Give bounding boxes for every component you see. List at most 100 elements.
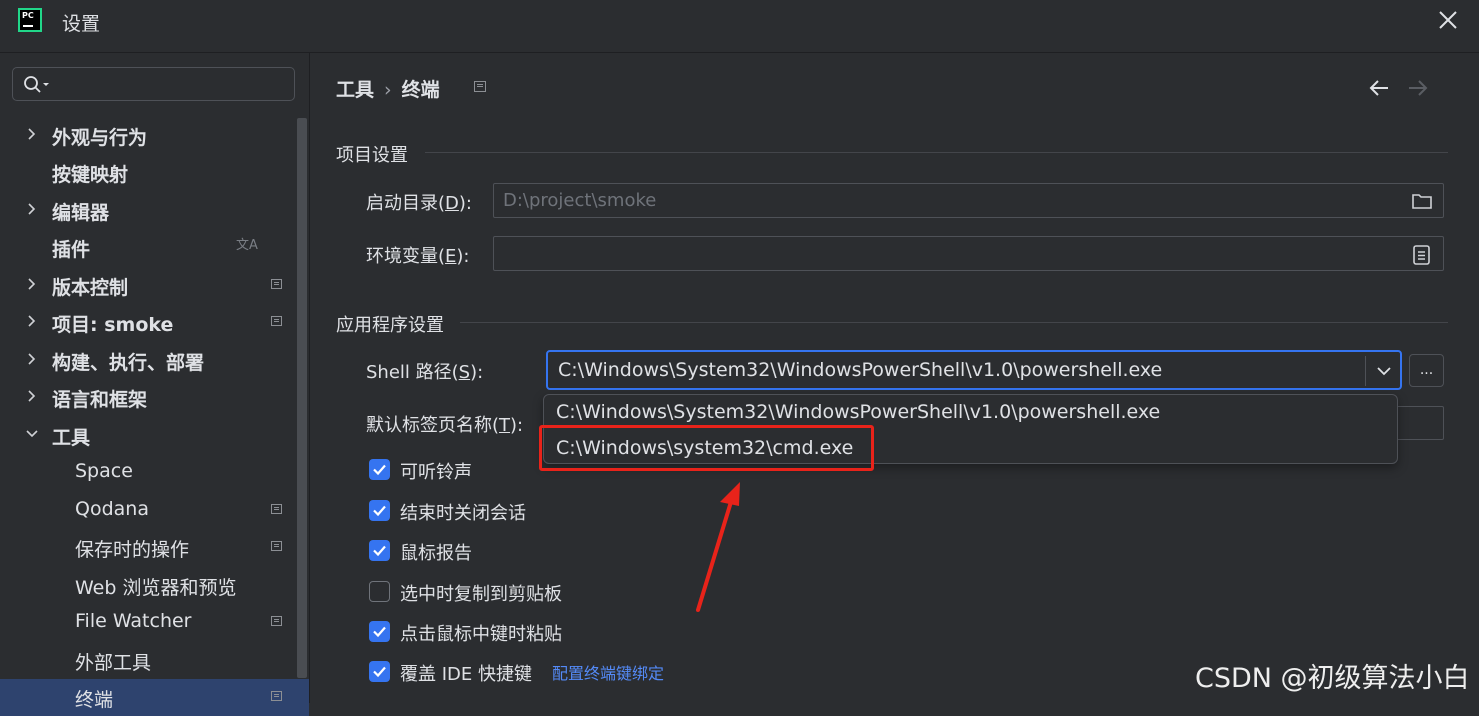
sidebar-item[interactable]: 编辑器	[0, 192, 295, 229]
checkbox[interactable]	[369, 581, 390, 602]
sidebar-item[interactable]: File Watcher	[0, 604, 295, 641]
sidebar-item[interactable]: Qodana	[0, 492, 295, 529]
checkbox-label[interactable]: 覆盖 IDE 快捷键	[400, 660, 532, 686]
chevron-down-icon	[1377, 367, 1391, 376]
project-scope-icon	[271, 541, 282, 551]
checkbox[interactable]	[369, 661, 390, 682]
sidebar-item[interactable]: 终端	[0, 679, 309, 716]
checkbox-label[interactable]: 可听铃声	[400, 458, 472, 484]
sidebar-item-label: 外部工具	[75, 652, 152, 674]
sidebar-scrollbar[interactable]	[297, 118, 307, 678]
env-vars-label: 环境变量(E):	[366, 246, 470, 267]
env-vars-input[interactable]	[493, 236, 1444, 271]
pycharm-logo-icon: PC	[18, 8, 42, 32]
project-scope-icon	[271, 279, 282, 289]
section-divider	[460, 322, 1448, 323]
sidebar-item-label: 项目: smoke	[52, 314, 174, 336]
start-dir-input[interactable]: D:\project\smoke	[493, 183, 1444, 218]
checkmark-icon	[373, 464, 386, 476]
checkbox[interactable]	[369, 540, 390, 561]
checkbox[interactable]	[369, 500, 390, 521]
checkmark-icon	[373, 626, 386, 638]
annotation-highlight-box	[539, 425, 874, 471]
project-scope-icon	[474, 81, 486, 92]
project-scope-icon	[271, 504, 282, 514]
sidebar-item-label: 插件	[52, 239, 91, 261]
chevron-right-icon[interactable]	[24, 276, 40, 292]
chevron-right-icon[interactable]	[24, 201, 40, 217]
breadcrumb: 工具 › 终端	[336, 75, 440, 102]
checkbox-label[interactable]: 选中时复制到剪贴板	[400, 580, 562, 606]
forward-button[interactable]	[1407, 78, 1429, 103]
sidebar-item[interactable]: 保存时的操作	[0, 529, 295, 566]
back-button[interactable]	[1368, 78, 1390, 103]
arrow-left-icon	[1369, 80, 1388, 96]
arrow-right-icon	[1409, 80, 1428, 96]
title-bar	[0, 0, 1479, 53]
checkbox-label[interactable]: 鼠标报告	[400, 539, 472, 565]
section-divider	[425, 152, 1448, 153]
checkbox-label[interactable]: 点击鼠标中键时粘贴	[400, 620, 562, 646]
project-scope-icon	[271, 316, 282, 326]
project-scope-icon	[271, 691, 282, 701]
browse-shell-button[interactable]: ...	[1409, 354, 1444, 387]
document-icon[interactable]	[1412, 244, 1432, 266]
sidebar-item-label: 工具	[52, 427, 91, 449]
search-icon	[24, 76, 49, 93]
checkbox-label[interactable]: 结束时关闭会话	[400, 499, 526, 525]
sidebar-item[interactable]: 插件 文A	[0, 229, 295, 266]
annotation-arrow-icon	[696, 482, 740, 612]
settings-search-input[interactable]	[12, 67, 295, 101]
start-dir-value: D:\project\smoke	[503, 190, 657, 211]
breadcrumb-separator: ›	[384, 79, 392, 101]
sidebar-item[interactable]: Space	[0, 454, 295, 491]
shell-path-dropdown-button[interactable]	[1368, 352, 1400, 388]
tab-name-label: 默认标签页名称(T):	[366, 415, 524, 436]
application-settings-title: 应用程序设置	[336, 315, 444, 336]
sidebar-item[interactable]: 工具	[0, 417, 295, 454]
translate-icon: 文A	[236, 238, 258, 253]
sidebar-item-label: 语言和框架	[52, 389, 148, 411]
checkmark-icon	[373, 505, 386, 517]
close-button[interactable]	[1434, 6, 1462, 34]
checkmark-icon	[373, 545, 386, 557]
start-dir-label: 启动目录(D):	[366, 193, 472, 214]
sidebar-item-label: 版本控制	[52, 277, 129, 299]
chevron-right-icon[interactable]	[24, 313, 40, 329]
chevron-right-icon[interactable]	[24, 126, 40, 142]
sidebar-item[interactable]: 语言和框架	[0, 379, 295, 416]
configure-keybindings-link[interactable]: 配置终端键绑定	[552, 660, 664, 684]
chevron-right-icon[interactable]	[24, 388, 40, 404]
sidebar-item[interactable]: 外观与行为	[0, 117, 295, 154]
sidebar-item-label: 外观与行为	[52, 127, 148, 149]
shell-option-powershell[interactable]: C:\Windows\System32\WindowsPowerShell\v1…	[556, 401, 1160, 423]
tab-name-input[interactable]	[1396, 406, 1444, 440]
checkbox[interactable]	[369, 459, 390, 480]
chevron-down-icon[interactable]	[24, 426, 40, 442]
folder-icon[interactable]	[1411, 191, 1433, 211]
breadcrumb-parent[interactable]: 工具	[336, 79, 374, 101]
sidebar-item[interactable]: 项目: smoke	[0, 304, 295, 341]
sidebar-item[interactable]: 版本控制	[0, 267, 295, 304]
sidebar-item[interactable]: 构建、执行、部署	[0, 342, 295, 379]
sidebar-item-label: 保存时的操作	[75, 539, 190, 561]
csdn-watermark: CSDN @初级算法小白	[1195, 663, 1470, 694]
sidebar-item-label: 构建、执行、部署	[52, 352, 205, 374]
project-scope-icon	[271, 616, 282, 626]
sidebar-item-label: Space	[75, 460, 133, 482]
chevron-right-icon[interactable]	[24, 351, 40, 367]
sidebar-item-label: Qodana	[75, 498, 149, 520]
window-title: 设置	[62, 13, 101, 35]
sidebar-item[interactable]: 按键映射	[0, 154, 295, 191]
checkmark-icon	[373, 666, 386, 678]
close-icon	[1439, 11, 1457, 29]
shell-path-label: Shell 路径(S):	[366, 362, 484, 383]
shell-path-combobox[interactable]: C:\Windows\System32\WindowsPowerShell\v1…	[546, 350, 1402, 390]
sidebar-item[interactable]: Web 浏览器和预览	[0, 567, 295, 604]
sidebar-item[interactable]: 外部工具	[0, 642, 295, 679]
sidebar-item-label: 终端	[75, 689, 114, 711]
project-settings-title: 项目设置	[336, 145, 408, 166]
sidebar-item-label: Web 浏览器和预览	[75, 577, 237, 599]
shell-path-value[interactable]: C:\Windows\System32\WindowsPowerShell\v1…	[558, 359, 1162, 381]
checkbox[interactable]	[369, 621, 390, 642]
